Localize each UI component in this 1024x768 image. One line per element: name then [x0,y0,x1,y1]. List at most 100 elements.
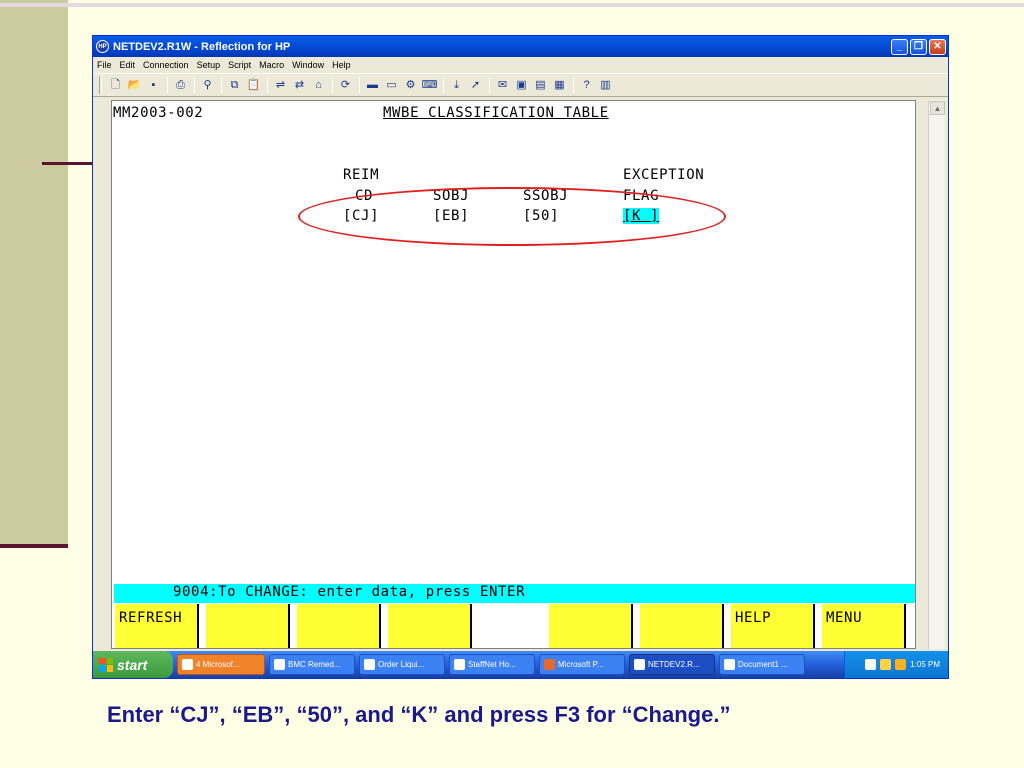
screen-id: MM2003-002 [113,105,204,121]
f5-key[interactable] [549,604,633,648]
toolbar-separator [267,77,268,93]
slide-decor-line [42,162,94,165]
settings-icon[interactable]: ⚙ [403,78,418,93]
f7-help-key[interactable]: HELP [731,604,815,648]
layout-icon[interactable]: ▤ [533,78,548,93]
copy-icon[interactable]: ⧉ [227,78,242,93]
print-icon[interactable]: ⎙ [173,78,188,93]
f2-key[interactable] [206,604,290,648]
powerpoint-icon [544,659,555,670]
start-label: start [117,656,148,673]
taskbar-item-label: Microsoft P... [558,660,604,669]
taskbar-item-label: BMC Remed... [288,660,341,669]
window-icon[interactable]: ▣ [514,78,529,93]
clock[interactable]: 1:05 PM [910,660,940,669]
function-key-gap [479,604,549,648]
connect-icon[interactable]: ⇌ [273,78,288,93]
f8-menu-key[interactable]: MENU [822,604,906,648]
toolbar-grip[interactable] [99,76,102,94]
toolbar-separator [573,77,574,93]
host-icon[interactable]: ⌂ [311,78,326,93]
toolbar-separator [221,77,222,93]
browser-icon [274,659,285,670]
grid-icon[interactable]: ▦ [552,78,567,93]
keyboard-icon[interactable]: ⌨ [422,78,438,93]
display-icon[interactable]: ▭ [384,78,399,93]
header-reim: REIM [343,167,380,183]
screen-title: MWBE CLASSIFICATION TABLE [383,105,609,121]
taskbar-item-microsoft-group[interactable]: 4 Microsof... [177,654,265,675]
taskbar-item-label: StaffNet Ho... [468,660,516,669]
menu-connection[interactable]: Connection [143,60,189,70]
windows-flag-icon [99,657,113,672]
f6-key[interactable] [640,604,724,648]
reflection-window: HP NETDEV2.R1W - Reflection for HP _ ❐ ✕… [92,35,949,679]
terminal-icon[interactable]: ▬ [365,78,380,93]
transfer-icon[interactable]: ⇄ [292,78,307,93]
taskbar-item-label: 4 Microsof... [196,660,240,669]
toolbar-separator [489,77,490,93]
taskbar-item-staffnet[interactable]: StaffNet Ho... [449,654,535,675]
menu-setup[interactable]: Setup [197,60,221,70]
macro-icon[interactable]: ⟳ [338,78,353,93]
toolbar-separator [332,77,333,93]
menu-file[interactable]: File [97,60,112,70]
highlight-ellipse [298,187,726,246]
menu-script[interactable]: Script [228,60,251,70]
taskbar-item-netdev2[interactable]: NETDEV2.R... [629,654,715,675]
status-line: 9004:To CHANGE: enter data, press ENTER [114,584,915,603]
taskbar-item-powerpoint[interactable]: Microsoft P... [539,654,625,675]
start-button[interactable]: start [93,651,173,678]
menu-window[interactable]: Window [292,60,324,70]
header-exception: EXCEPTION [623,167,705,183]
tray-mail-icon[interactable] [880,659,892,670]
scroll-up-icon[interactable]: ▲ [930,101,945,115]
menu-macro[interactable]: Macro [259,60,284,70]
status-message: 9004:To CHANGE: enter data, press ENTER [173,584,526,600]
open-icon[interactable]: 📂 [127,78,142,93]
taskbar-item-bmc[interactable]: BMC Remed... [269,654,355,675]
toolbar-separator [443,77,444,93]
help-icon[interactable]: ? [579,78,594,93]
f4-key[interactable] [388,604,472,648]
close-button[interactable]: ✕ [929,38,946,55]
toolbar-separator [194,77,195,93]
save-icon[interactable]: ▪ [146,78,161,93]
menu-help[interactable]: Help [332,60,351,70]
restore-button[interactable]: ❐ [910,38,927,55]
window-title: NETDEV2.R1W - Reflection for HP [113,40,291,53]
reflection-icon [634,659,645,670]
slide-caption: Enter “CJ”, “EB”, “50”, and “K” and pres… [107,702,731,727]
terminal-screen[interactable]: MM2003-002 MWBE CLASSIFICATION TABLE REI… [111,100,916,649]
windows-taskbar: start 4 Microsof... BMC Remed... Order L… [93,651,948,678]
find-icon[interactable]: ⚲ [200,78,215,93]
app-icon: HP [96,40,109,53]
mail-icon[interactable]: ✉ [495,78,510,93]
window-titlebar[interactable]: HP NETDEV2.R1W - Reflection for HP _ ❐ ✕ [93,36,948,57]
toolbar-separator [359,77,360,93]
tray-expand-icon[interactable] [865,659,877,670]
paste-icon[interactable]: 📋 [246,78,261,93]
menu-bar: File Edit Connection Setup Script Macro … [93,57,948,73]
f1-refresh-key[interactable]: REFRESH [115,604,199,648]
office-icon [182,659,193,670]
function-key-bar: REFRESH HELP MENU [115,604,915,649]
f3-key[interactable] [297,604,381,648]
minimize-button[interactable]: _ [891,38,908,55]
taskbar-item-label: Document1 ... [738,660,788,669]
system-tray: 1:05 PM [844,651,948,678]
pointer-icon[interactable]: ➚ [468,78,483,93]
slide-decor-line [0,544,68,548]
menu-edit[interactable]: Edit [120,60,136,70]
toolbar: 🗋 📂 ▪ ⎙ ⚲ ⧉ 📋 ⇌ ⇄ ⌂ ⟳ ▬ ▭ ⚙ ⌨ ⤓ ➚ ✉ ▣ ▤ … [93,73,948,97]
book-icon[interactable]: ▥ [598,78,613,93]
vertical-scrollbar[interactable]: ▲ [928,100,945,649]
word-icon [724,659,735,670]
download-icon[interactable]: ⤓ [449,78,464,93]
taskbar-item-order[interactable]: Order Liqui... [359,654,445,675]
new-icon[interactable]: 🗋 [108,78,123,93]
tray-shield-icon[interactable] [895,659,907,670]
taskbar-item-label: Order Liqui... [378,660,425,669]
taskbar-item-document1[interactable]: Document1 ... [719,654,805,675]
browser-icon [364,659,375,670]
